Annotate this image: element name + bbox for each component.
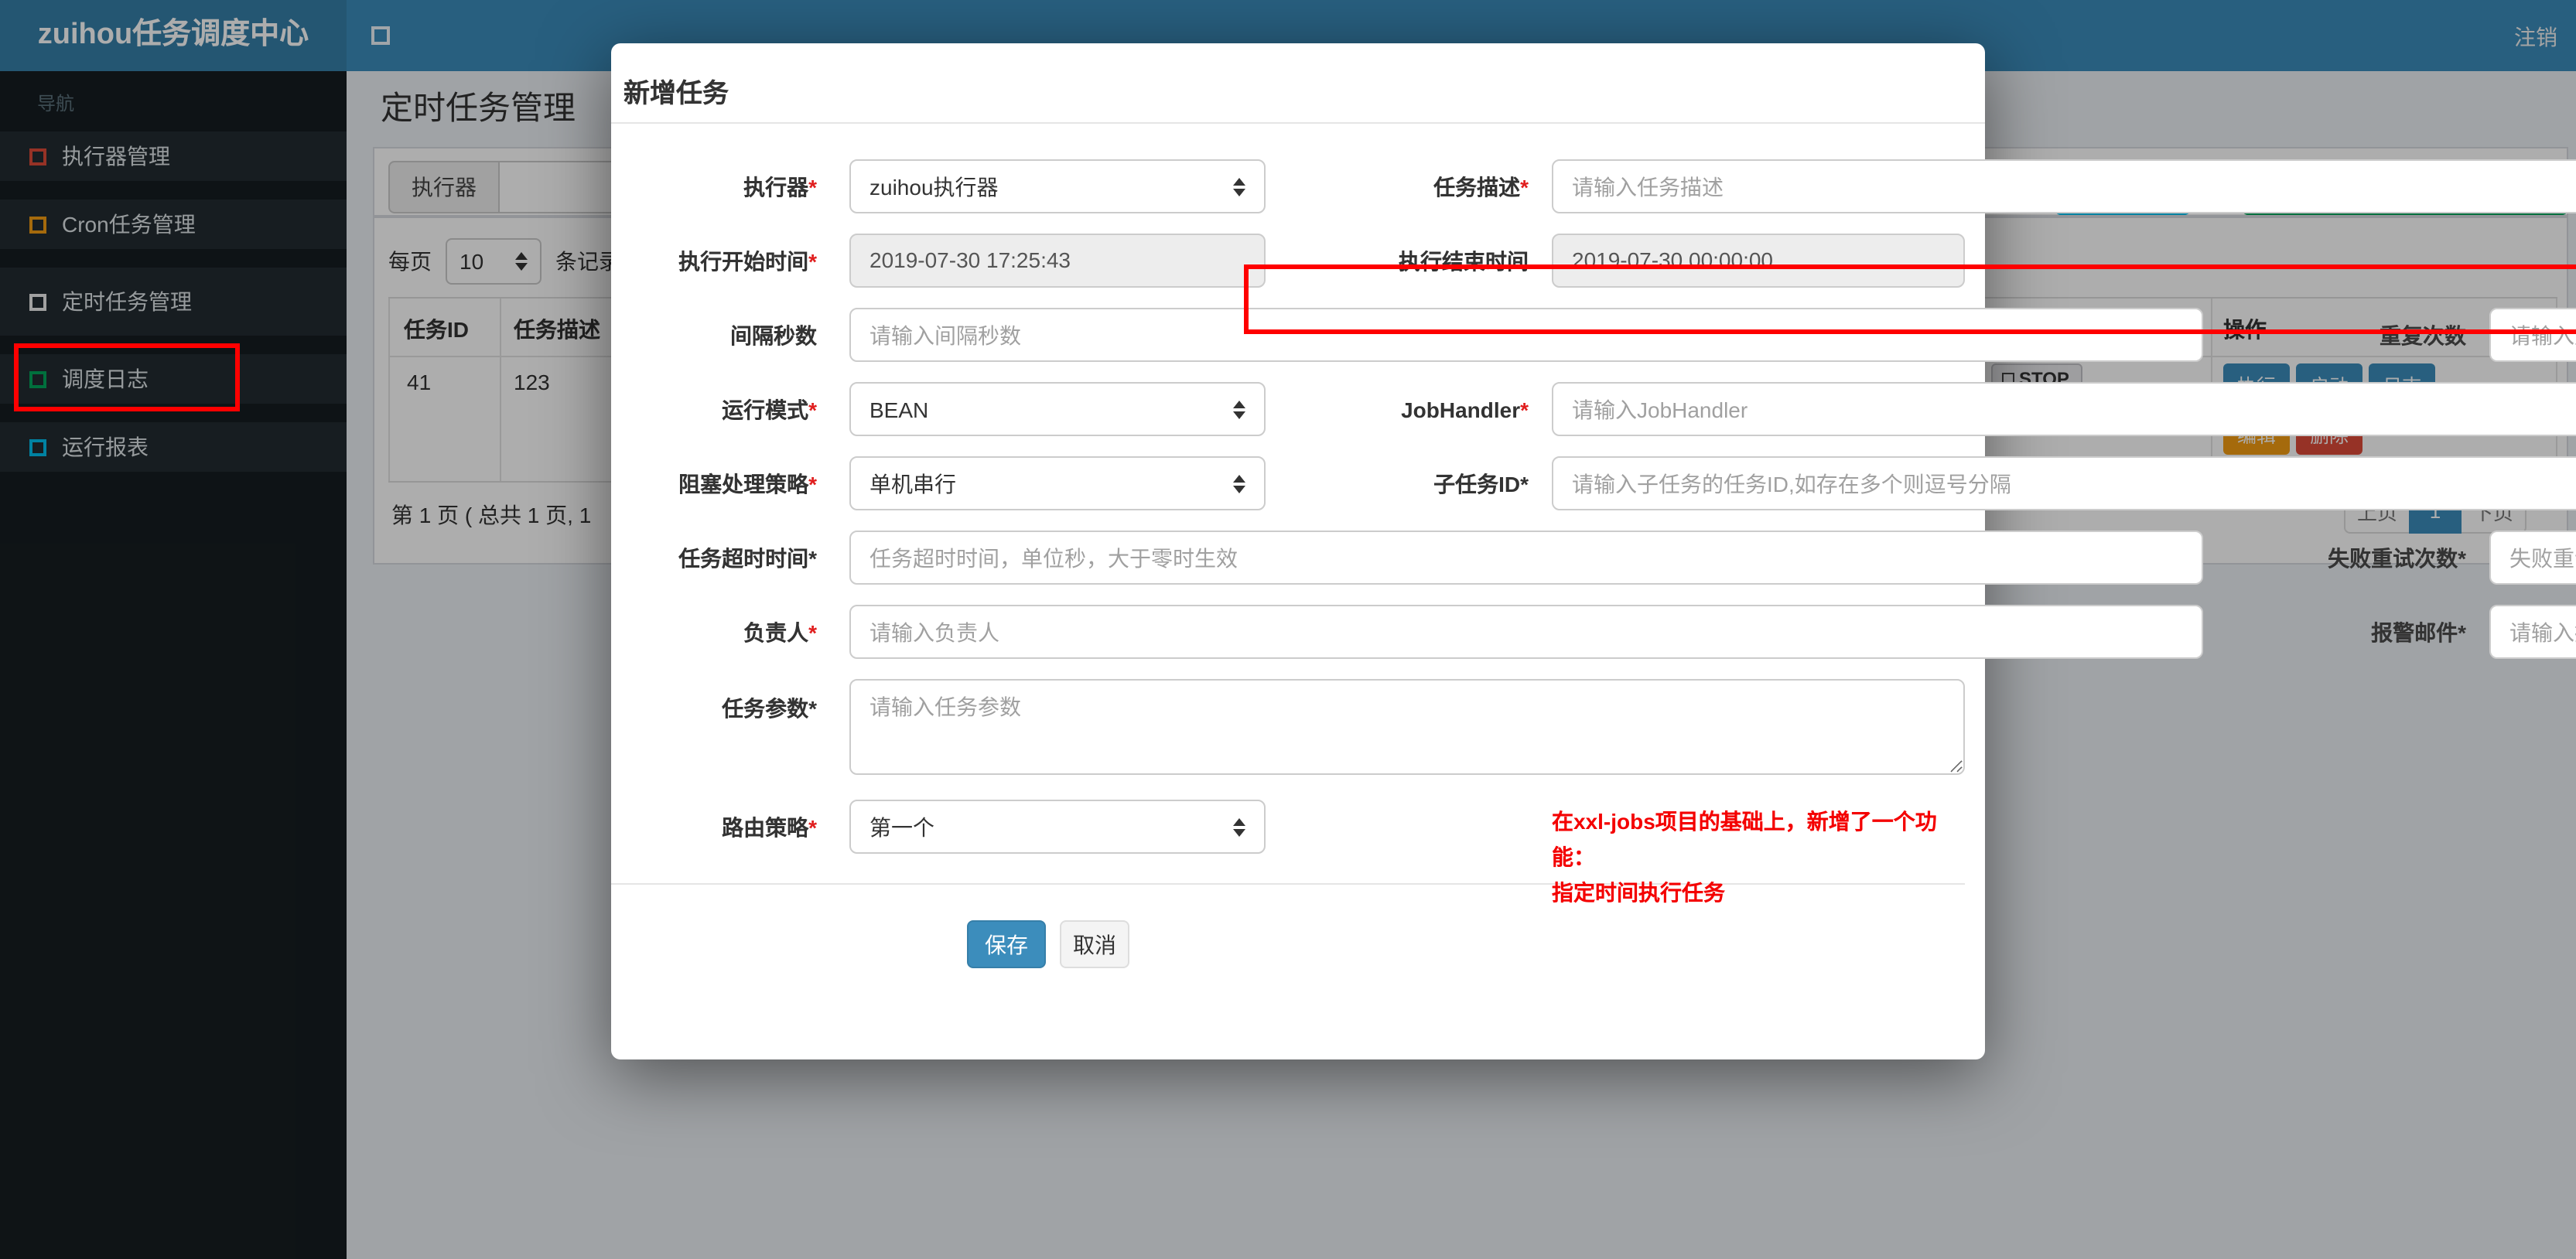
executor-select[interactable]: zuihou执行器: [849, 159, 1266, 213]
save-button[interactable]: 保存: [967, 920, 1046, 968]
cancel-button[interactable]: 取消: [1060, 920, 1129, 968]
modal-title: 新增任务: [624, 79, 729, 108]
timeout-label: 任务超时时间*: [678, 545, 817, 570]
form-row-interval: 间隔秒数 重复次数: [611, 308, 2576, 362]
start-time-input[interactable]: 2019-07-30 17:25:43: [849, 234, 1266, 288]
select-caret-icon: [1233, 474, 1245, 493]
alarm-email-input[interactable]: [2489, 605, 2576, 659]
repeat-input[interactable]: [2489, 308, 2576, 362]
form-row-time: 执行开始时间* 2019-07-30 17:25:43 执行结束时间 2019-…: [611, 234, 1965, 288]
select-caret-icon: [1233, 177, 1245, 196]
job-desc-label: 任务描述*: [1433, 174, 1529, 199]
modal-footer: 保存 取消: [611, 920, 1965, 968]
route-strategy-label: 路由策略*: [722, 814, 817, 839]
run-mode-select[interactable]: BEAN: [849, 382, 1266, 436]
annotation-note: 在xxl-jobs项目的基础上，新增了一个功能： 指定时间执行任务: [1552, 809, 1937, 905]
add-job-modal: 新增任务 执行器* zuihou执行器 任务描述* 执行开始时间* 2019-0…: [611, 43, 2576, 1059]
retry-input[interactable]: [2489, 531, 2576, 585]
retry-label: 失败重试次数*: [2328, 545, 2466, 570]
interval-label: 间隔秒数: [730, 322, 817, 347]
modal-header: 新增任务: [611, 43, 1985, 124]
select-caret-icon: [1233, 400, 1245, 418]
timeout-input[interactable]: [849, 531, 2203, 585]
child-job-label: 子任务ID*: [1433, 471, 1529, 496]
job-param-textarea[interactable]: [849, 679, 1965, 775]
owner-label: 负责人*: [743, 619, 817, 644]
job-desc-input[interactable]: [1552, 159, 2576, 213]
end-time-label: 执行结束时间: [1399, 248, 1529, 273]
form-row-owner: 负责人* 报警邮件*: [611, 605, 2576, 659]
form-row-block-strategy: 阻塞处理策略* 单机串行 子任务ID*: [611, 456, 2576, 510]
form-row-job-param: 任务参数*: [611, 679, 1965, 775]
form-row-executor: 执行器* zuihou执行器 任务描述*: [611, 159, 2576, 213]
executor-label: 执行器*: [743, 174, 817, 199]
child-job-input[interactable]: [1552, 456, 2576, 510]
owner-input[interactable]: [849, 605, 2203, 659]
interval-input[interactable]: [849, 308, 2203, 362]
job-handler-input[interactable]: [1552, 382, 2576, 436]
end-time-input[interactable]: 2019-07-30 00:00:00: [1552, 234, 1965, 288]
job-param-label: 任务参数*: [722, 696, 817, 721]
form-row-timeout: 任务超时时间* 失败重试次数*: [611, 531, 2576, 585]
block-strategy-label: 阻塞处理策略*: [678, 471, 817, 496]
modal-body: 执行器* zuihou执行器 任务描述* 执行开始时间* 2019-07-30 …: [611, 124, 2576, 968]
route-strategy-select[interactable]: 第一个: [849, 800, 1266, 854]
start-time-label: 执行开始时间*: [678, 248, 817, 273]
block-strategy-select[interactable]: 单机串行: [849, 456, 1266, 510]
select-caret-icon: [1233, 817, 1245, 836]
app-window: zuihou任务调度中心 注销 导航 执行器管理 Cron任务管理 定时任务管理…: [0, 0, 2576, 1259]
repeat-label: 重复次数: [2380, 322, 2466, 347]
job-handler-label: JobHandler*: [1401, 397, 1529, 421]
form-row-route-strategy: 路由策略* 第一个 在xxl-jobs项目的基础上，新增了一个功能： 指定时间执…: [611, 800, 1965, 905]
alarm-email-label: 报警邮件*: [2371, 619, 2466, 644]
run-mode-label: 运行模式*: [722, 397, 817, 421]
form-row-runmode: 运行模式* BEAN JobHandler*: [611, 382, 2576, 436]
